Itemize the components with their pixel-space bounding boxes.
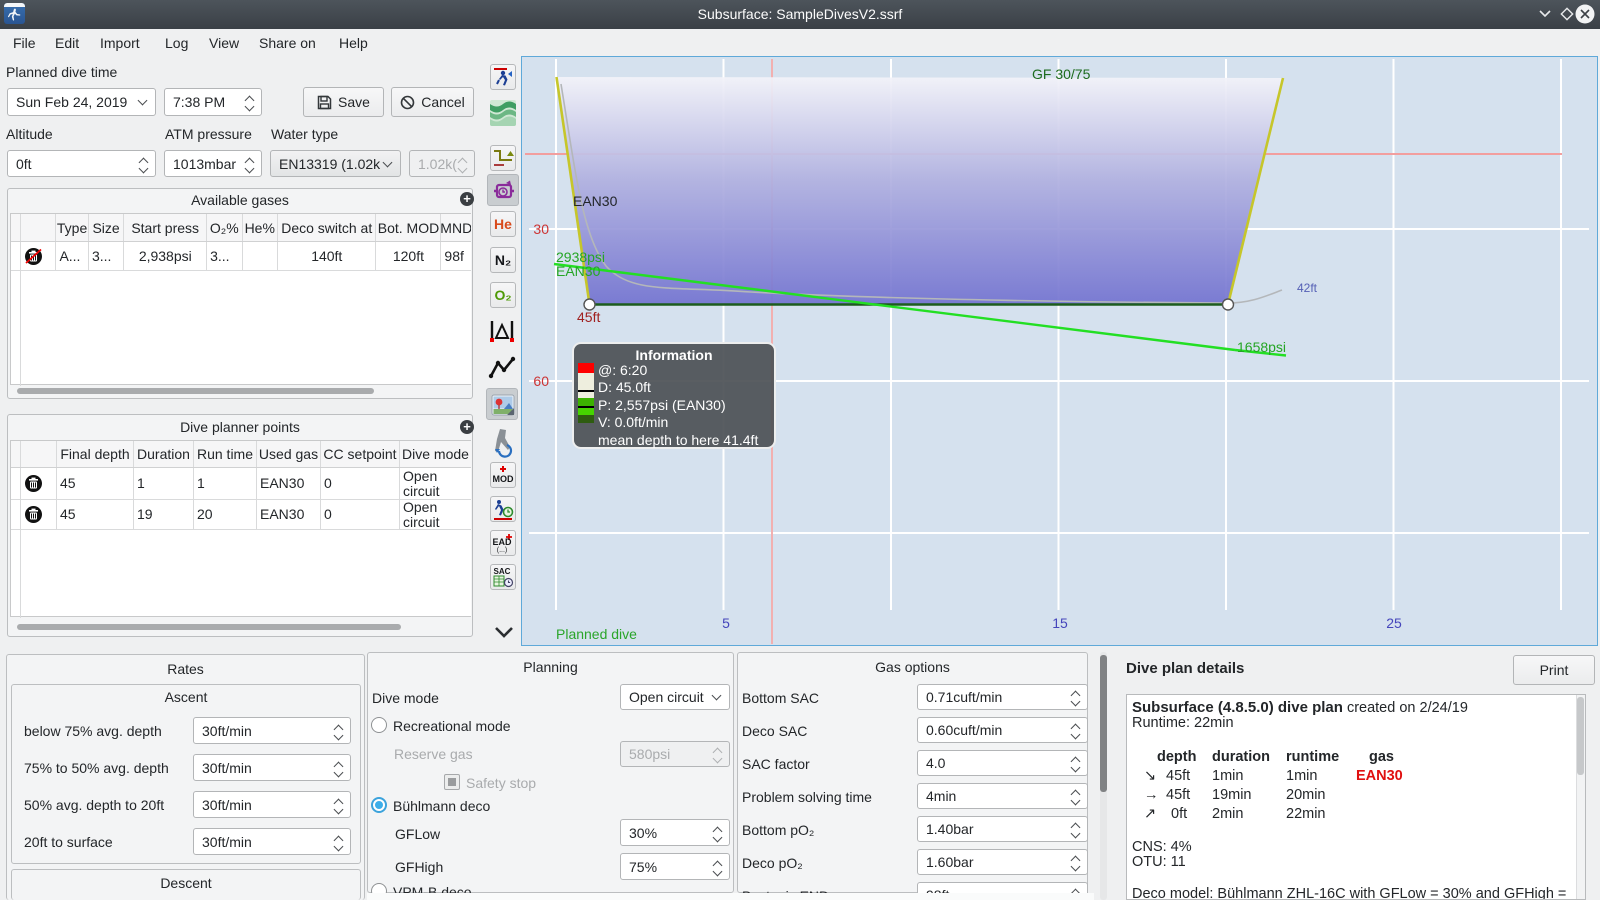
svg-text:5: 5 — [722, 615, 730, 631]
svg-text:1658psi: 1658psi — [1237, 339, 1286, 355]
svg-text:42ft: 42ft — [1297, 281, 1318, 295]
svg-text:EAN30: EAN30 — [556, 263, 601, 279]
svg-text:25: 25 — [1386, 615, 1402, 631]
svg-text:45ft: 45ft — [577, 309, 600, 325]
svg-text:SAC: SAC — [494, 567, 511, 576]
svg-text:15: 15 — [1052, 615, 1068, 631]
svg-text:EAN30: EAN30 — [573, 193, 618, 209]
svg-text:MOD: MOD — [493, 474, 514, 484]
svg-text:Planned dive: Planned dive — [556, 626, 637, 642]
svg-text:30: 30 — [533, 221, 549, 237]
svg-text:EAD: EAD — [492, 537, 512, 547]
svg-text:GF 30/75: GF 30/75 — [1032, 66, 1091, 82]
svg-text:(...): (...) — [497, 547, 508, 554]
svg-text:60: 60 — [533, 373, 549, 389]
